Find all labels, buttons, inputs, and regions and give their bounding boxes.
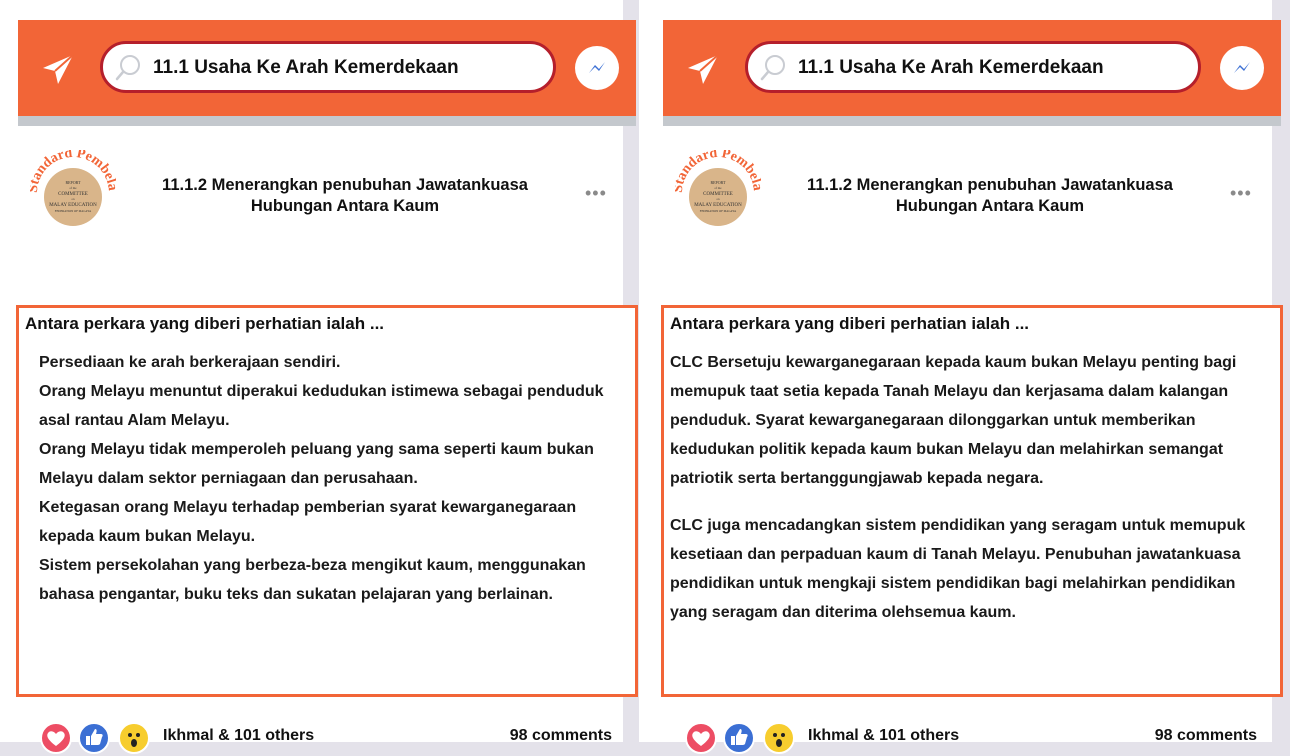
content-paragraphs: CLC Bersetuju kewarganegaraan kepada kau… xyxy=(670,348,1270,645)
wow-reaction-icon[interactable] xyxy=(763,722,795,754)
content-box: Antara perkara yang diberi perhatian ial… xyxy=(661,305,1283,697)
search-icon xyxy=(115,55,140,81)
list-item: Persediaan ke arah berkerajaan sendiri. xyxy=(39,354,341,371)
paragraph: CLC Bersetuju kewarganegaraan kepada kau… xyxy=(670,354,1237,487)
paper-plane-icon[interactable] xyxy=(40,52,76,88)
header-divider xyxy=(663,116,1281,126)
svg-text:MALAY EDUCATION: MALAY EDUCATION xyxy=(694,203,742,208)
reactions-count[interactable]: Ikhmal & 101 others xyxy=(808,727,959,745)
search-bar[interactable]: 11.1 Usaha Ke Arah Kemerdekaan xyxy=(100,41,556,93)
search-query[interactable]: 11.1 Usaha Ke Arah Kemerdekaan xyxy=(798,57,1104,79)
list-item: Orang Melayu tidak memperoleh peluang ya… xyxy=(39,441,594,458)
messenger-icon[interactable] xyxy=(575,46,619,90)
content-list: Persediaan ke arah berkerajaan sendiri. … xyxy=(39,348,624,609)
list-item: Sistem persekolahan yang berbeza-beza me… xyxy=(39,557,586,574)
svg-text:FEDERATION OF MALAYA: FEDERATION OF MALAYA xyxy=(700,209,737,213)
like-reaction-icon[interactable] xyxy=(78,722,110,754)
list-item: kepada kaum bukan Melayu. xyxy=(39,528,256,545)
list-item: bahasa pengantar, buku teks dan sukatan … xyxy=(39,586,553,603)
comments-count[interactable]: 98 comments xyxy=(510,727,612,745)
messenger-icon[interactable] xyxy=(1220,46,1264,90)
paper-plane-icon[interactable] xyxy=(685,52,721,88)
post-title: 11.1.2 Menerangkan penubuhan Jawatankuas… xyxy=(162,176,528,215)
love-reaction-icon[interactable] xyxy=(685,722,717,754)
avatar[interactable]: Standard Pembelajaran REPORT of the COMM… xyxy=(26,139,120,236)
love-reaction-icon[interactable] xyxy=(40,722,72,754)
post-footer: Ikhmal & 101 others 98 comments xyxy=(685,718,1265,756)
post-title: 11.1.2 Menerangkan penubuhan Jawatankuas… xyxy=(807,176,1173,215)
svg-text:MALAY EDUCATION: MALAY EDUCATION xyxy=(49,203,97,208)
post-footer: Ikhmal & 101 others 98 comments xyxy=(40,718,620,756)
left-post-panel: 11.1 Usaha Ke Arah Kemerdekaan Standard … xyxy=(0,0,645,756)
content-heading: Antara perkara yang diberi perhatian ial… xyxy=(670,314,1030,333)
svg-text:FEDERATION OF MALAYA: FEDERATION OF MALAYA xyxy=(55,209,92,213)
like-reaction-icon[interactable] xyxy=(723,722,755,754)
paragraph: CLC juga mencadangkan sistem pendidikan … xyxy=(670,517,1246,621)
list-item: asal rantau Alam Melayu. xyxy=(39,412,230,429)
search-bar[interactable]: 11.1 Usaha Ke Arah Kemerdekaan xyxy=(745,41,1201,93)
list-item: Orang Melayu menuntut diperakui keduduka… xyxy=(39,383,604,400)
svg-text:on: on xyxy=(717,197,721,201)
app-header: 11.1 Usaha Ke Arah Kemerdekaan xyxy=(663,20,1281,116)
list-item: Ketegasan orang Melayu terhadap pemberia… xyxy=(39,499,577,516)
svg-text:REPORT: REPORT xyxy=(710,180,726,185)
list-item: Melayu dalam sektor perniagaan dan perus… xyxy=(39,470,418,487)
more-options-icon[interactable]: ••• xyxy=(585,183,607,204)
svg-text:of the: of the xyxy=(70,186,78,190)
search-query[interactable]: 11.1 Usaha Ke Arah Kemerdekaan xyxy=(153,57,459,79)
svg-text:of the: of the xyxy=(715,186,723,190)
app-header: 11.1 Usaha Ke Arah Kemerdekaan xyxy=(18,20,636,116)
more-options-icon[interactable]: ••• xyxy=(1230,183,1252,204)
right-post-panel: 11.1 Usaha Ke Arah Kemerdekaan Standard … xyxy=(645,0,1290,756)
avatar[interactable]: Standard Pembelajaran REPORT of the COMM… xyxy=(671,139,765,236)
comments-count[interactable]: 98 comments xyxy=(1155,727,1257,745)
svg-text:on: on xyxy=(72,197,76,201)
wow-reaction-icon[interactable] xyxy=(118,722,150,754)
header-divider xyxy=(18,116,636,126)
reactions-count[interactable]: Ikhmal & 101 others xyxy=(163,727,314,745)
search-icon xyxy=(760,55,785,81)
content-box: Antara perkara yang diberi perhatian ial… xyxy=(16,305,638,697)
content-heading: Antara perkara yang diberi perhatian ial… xyxy=(25,314,385,333)
svg-text:REPORT: REPORT xyxy=(65,180,81,185)
